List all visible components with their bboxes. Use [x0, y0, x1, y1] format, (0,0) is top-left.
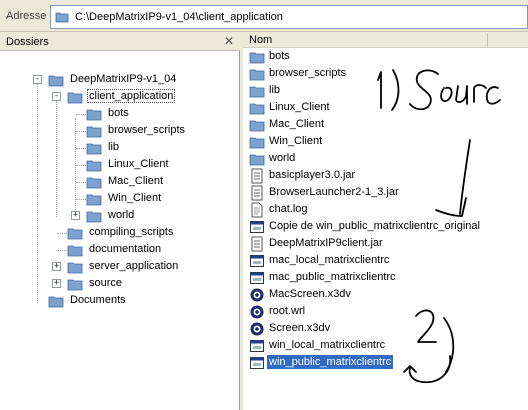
folder-icon: [67, 276, 83, 295]
file-name: Win_Client: [269, 135, 323, 147]
tree-item-label: server_application: [89, 260, 179, 272]
tree-item-label: compiling_scripts: [89, 226, 174, 238]
tree-item-label: documentation: [89, 243, 162, 255]
tree-item-label: bots: [108, 107, 129, 119]
file-name: lib: [269, 84, 281, 96]
tree-item-label: browser_scripts: [108, 124, 186, 136]
close-icon[interactable]: ✕: [222, 34, 236, 48]
file-name: bots: [269, 50, 290, 62]
collapse-toggle[interactable]: -: [33, 75, 42, 84]
tree-item-label: Win_Client: [108, 192, 162, 204]
expand-toggle[interactable]: +: [52, 279, 61, 288]
folders-pane-title: Dossiers: [6, 36, 49, 48]
column-header-row: Nom: [243, 33, 528, 48]
folder-icon: [48, 72, 64, 91]
tree-item-label: Linux_Client: [108, 158, 169, 170]
file-name: win_public_matrixclientrc: [267, 355, 394, 369]
file-name: Screen.x3dv: [269, 322, 331, 334]
column-header-next[interactable]: [489, 33, 528, 48]
window-file-icon: [249, 355, 265, 374]
file-name: mac_public_matrixclientrc: [269, 271, 396, 283]
file-name: Linux_Client: [269, 101, 330, 113]
tree-item-label: DeepMatrixIP9-v1_04: [70, 73, 177, 85]
folder-icon: [55, 10, 69, 27]
address-input[interactable]: C:\DeepMatrixIP9-v1_04\client_applicatio…: [50, 5, 528, 29]
file-name: basicplayer3.0.jar: [269, 169, 356, 181]
file-name: root.wrl: [269, 305, 306, 317]
file-name: DeepMatrixIP9client.jar: [269, 237, 383, 249]
address-bar: Adresse C:\DeepMatrixIP9-v1_04\client_ap…: [0, 0, 528, 32]
folder-open-icon: [67, 89, 83, 108]
address-label: Adresse: [6, 10, 47, 22]
collapse-toggle[interactable]: -: [52, 92, 61, 101]
file-name: Copie de win_public_matrixclientrc_origi…: [269, 220, 480, 232]
column-header-name[interactable]: Nom: [243, 33, 488, 48]
tree-item-label: source: [89, 277, 123, 289]
tree-item-label: world: [108, 209, 135, 221]
file-name: browser_scripts: [269, 67, 347, 79]
file-name: chat.log: [269, 203, 308, 215]
expand-toggle[interactable]: +: [71, 211, 80, 220]
folders-pane-header: Dossiers ✕: [0, 33, 240, 51]
file-name: Mac_Client: [269, 118, 325, 130]
file-name: world: [269, 152, 296, 164]
tree-item-label: Mac_Client: [108, 175, 164, 187]
folder-icon: [86, 208, 102, 227]
file-name: mac_local_matrixclientrc: [269, 254, 390, 266]
tree-item-label: lib: [108, 141, 120, 153]
folders-pane: Dossiers ✕ - DeepMatrixIP9-v1_04 - clien…: [0, 33, 240, 410]
file-name: win_local_matrixclientrc: [269, 339, 386, 351]
file-name: MacScreen.x3dv: [269, 288, 351, 300]
file-name: BrowserLauncher2-1_3.jar: [269, 186, 399, 198]
address-path: C:\DeepMatrixIP9-v1_04\client_applicatio…: [75, 11, 283, 23]
files-pane: Nom bots browser_scripts lib Linux_Clien…: [243, 33, 528, 410]
expand-toggle[interactable]: +: [52, 262, 61, 271]
tree-item-label: Documents: [70, 294, 126, 306]
tree-item-label: client_application: [87, 89, 176, 103]
folder-icon: [48, 293, 64, 312]
